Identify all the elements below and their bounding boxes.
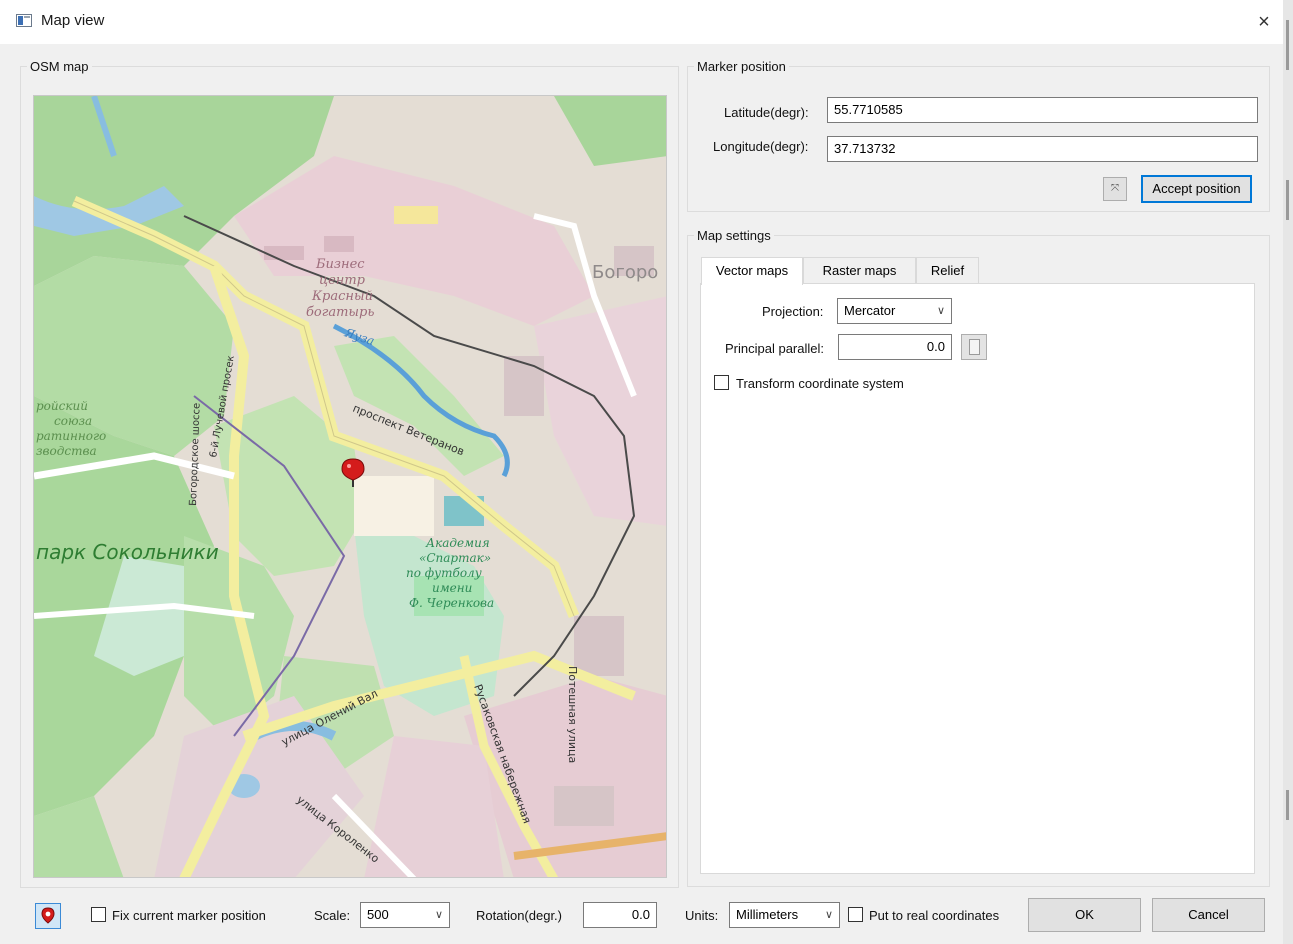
vector-maps-panel xyxy=(700,283,1255,874)
latitude-input[interactable]: 55.7710585 xyxy=(827,97,1258,123)
cancel-button[interactable]: Cancel xyxy=(1152,898,1265,932)
tab-vector-maps[interactable]: Vector maps xyxy=(701,257,803,285)
rotation-label: Rotation(degr.) xyxy=(476,908,562,923)
window-title: Map view xyxy=(41,12,105,29)
units-label: Units: xyxy=(685,908,719,923)
scale-select[interactable]: 500 ∨ xyxy=(360,902,450,928)
chevron-down-icon: ∨ xyxy=(936,305,945,317)
map-label: «Спартак» xyxy=(419,551,491,565)
app-icon xyxy=(16,14,32,27)
marker-position-group-label: Marker position xyxy=(694,59,789,74)
scale-value: 500 xyxy=(367,907,389,922)
calculator-icon[interactable] xyxy=(961,334,987,360)
ok-button[interactable]: OK xyxy=(1028,898,1141,932)
map-settings-group-label: Map settings xyxy=(694,228,774,243)
osm-map-group-label: OSM map xyxy=(27,59,92,74)
fix-marker-checkbox[interactable] xyxy=(91,907,106,922)
map-label: имени xyxy=(432,581,472,595)
map-pin-icon[interactable] xyxy=(35,903,61,929)
map-label: Богоро xyxy=(592,262,658,283)
window-edge-scrollbar xyxy=(1283,0,1293,944)
projection-value: Mercator xyxy=(844,303,896,318)
map-label: парк Сокольники xyxy=(36,540,219,564)
chevron-down-icon: ∨ xyxy=(434,909,443,921)
map-label: центр xyxy=(319,273,366,288)
map-label: по футболу xyxy=(406,566,482,580)
map-label: ройский xyxy=(36,399,88,413)
chevron-down-icon: ∨ xyxy=(824,909,833,921)
latitude-label: Latitude(degr): xyxy=(724,105,809,120)
principal-parallel-label: Principal parallel: xyxy=(725,341,824,356)
principal-parallel-input[interactable]: 0.0 xyxy=(838,334,952,360)
accept-position-button[interactable]: Accept position xyxy=(1141,175,1252,203)
fix-marker-label: Fix current marker position xyxy=(112,908,266,923)
map-label: зводства xyxy=(36,444,97,458)
close-icon[interactable]: × xyxy=(1249,8,1279,36)
projection-label: Projection: xyxy=(762,304,824,319)
rotation-input[interactable]: 0.0 xyxy=(583,902,657,928)
longitude-input[interactable]: 37.713732 xyxy=(827,136,1258,162)
map-label: Бизнес xyxy=(315,257,365,272)
collapse-icon[interactable]: ⤧ xyxy=(1103,177,1127,201)
scale-label: Scale: xyxy=(314,908,351,923)
tab-relief[interactable]: Relief xyxy=(916,257,979,284)
units-select[interactable]: Millimeters ∨ xyxy=(729,902,840,928)
map-label: Академия xyxy=(425,536,490,550)
map-label: союза xyxy=(54,414,92,428)
scroll-mark xyxy=(1286,180,1289,220)
map-label: Красный xyxy=(311,289,373,304)
longitude-label: Longitude(degr): xyxy=(713,139,809,154)
tab-raster-maps[interactable]: Raster maps xyxy=(803,257,916,284)
osm-map-view[interactable]: Бизнес центр Красный богатырь Богоро про… xyxy=(33,95,667,878)
transform-coordinate-label: Transform coordinate system xyxy=(736,376,904,391)
scroll-mark xyxy=(1286,20,1289,70)
map-label: Ф. Черенкова xyxy=(409,596,494,610)
map-label: богатырь xyxy=(306,305,374,320)
title-bar: Map view × xyxy=(0,0,1293,44)
map-label: ратинного xyxy=(36,429,106,443)
scroll-mark xyxy=(1286,790,1289,820)
real-coordinates-checkbox[interactable] xyxy=(848,907,863,922)
transform-coordinate-checkbox[interactable] xyxy=(714,375,729,390)
map-label: Потешная улица xyxy=(566,666,579,763)
real-coordinates-label: Put to real coordinates xyxy=(869,908,1000,923)
units-value: Millimeters xyxy=(736,907,799,922)
projection-select[interactable]: Mercator ∨ xyxy=(837,298,952,324)
